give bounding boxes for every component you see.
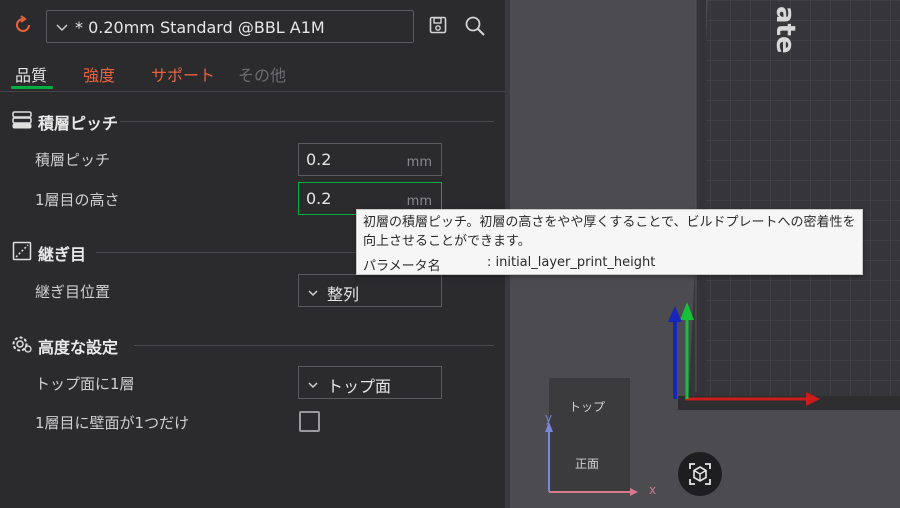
section-divider [134,345,494,346]
tooltip-param-value: : initial_layer_print_height [487,255,656,270]
reset-icon[interactable] [12,14,34,36]
setting-label: 1層目に壁面が1つだけ [35,414,190,432]
top-one-wall-dropdown[interactable]: トップ面 [298,366,442,399]
preset-bar: * 0.20mm Standard @BBL A1M [0,0,505,54]
input-value: 0.2 [306,189,332,208]
section-advanced: 高度な設定 [0,332,505,358]
tab-others[interactable]: その他 [238,62,286,86]
section-divider [120,121,494,122]
layer-height-input[interactable]: 0.2 mm [298,143,442,176]
parameter-tooltip: 初層の積層ピッチ。初層の高さをやや厚くすることで、ビルドプレートへの密着性を向上… [356,209,863,275]
dropdown-value: トップ面 [327,377,392,396]
save-icon[interactable] [428,15,448,35]
axis-x-label: x [649,483,657,497]
input-unit: mm [406,194,432,209]
setting-label: 1層目の高さ [35,191,120,209]
plate-label-text: ate [770,6,800,54]
preset-dropdown[interactable]: * 0.20mm Standard @BBL A1M [46,10,414,43]
tab-quality[interactable]: 品質 [15,62,47,86]
chevron-down-icon [307,376,319,389]
seam-position-dropdown[interactable]: 整列 [298,274,442,307]
camera-view-button[interactable] [678,452,722,496]
gear-icon [11,334,33,354]
seam-icon [11,241,33,261]
section-title: 継ぎ目 [38,245,87,264]
dropdown-value: 整列 [327,285,360,304]
setting-label: 継ぎ目位置 [35,283,111,301]
settings-tabs: 品質 強度 サポート その他 [0,58,505,92]
search-icon[interactable] [464,15,486,37]
tab-strength[interactable]: 強度 [83,62,115,86]
preset-name: * 0.20mm Standard @BBL A1M [75,18,325,37]
active-tab-indicator [11,86,53,89]
chevron-down-icon [55,19,69,33]
section-layer-height: 積層ピッチ [0,108,505,134]
chevron-down-icon [307,284,319,297]
setting-label: トップ面に1層 [35,375,135,393]
setting-label: 積層ピッチ [35,151,111,169]
tab-support[interactable]: サポート [151,62,215,86]
first-layer-one-wall-checkbox[interactable] [299,411,320,432]
tooltip-param-label: パラメータ名 [363,259,441,274]
input-value: 0.2 [306,150,332,169]
section-title: 積層ピッチ [38,114,119,133]
section-title: 高度な設定 [38,338,119,357]
input-unit: mm [406,155,432,170]
layers-icon [11,110,33,130]
camera-view-icon [688,462,712,490]
axis-y-label: y [545,411,553,425]
tooltip-description: 初層の積層ピッチ。初層の高さをやや厚くすることで、ビルドプレートへの密着性を向上… [363,215,856,249]
